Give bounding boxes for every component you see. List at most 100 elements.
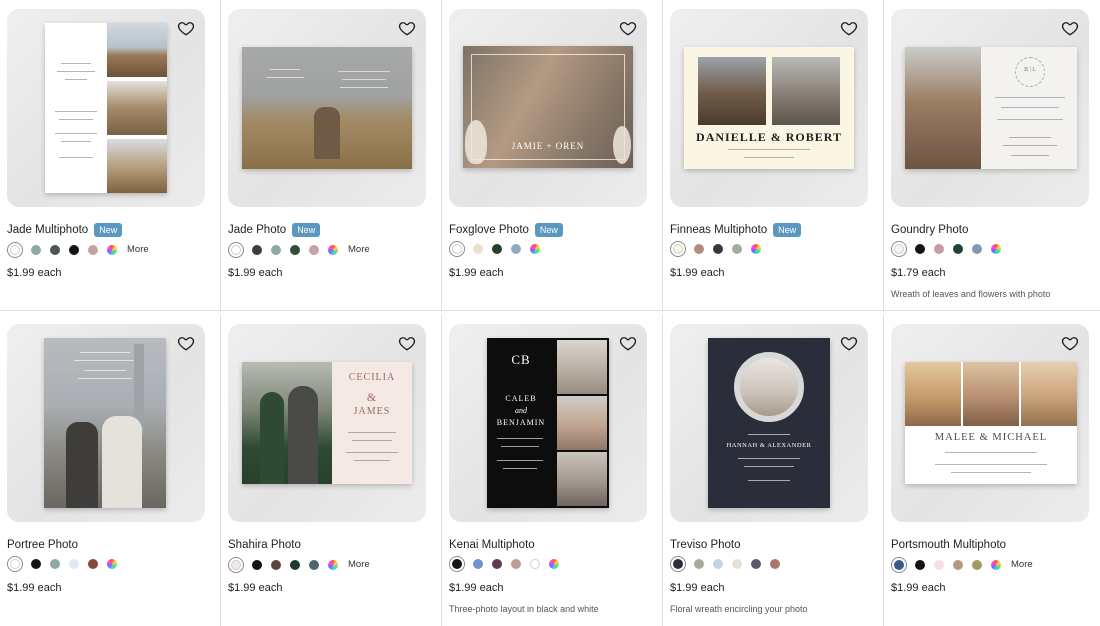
color-swatch[interactable] xyxy=(252,244,262,255)
color-swatch[interactable] xyxy=(452,244,462,254)
color-swatch[interactable] xyxy=(732,244,742,254)
color-swatch[interactable] xyxy=(991,244,1001,254)
color-swatch[interactable] xyxy=(31,559,41,569)
product-card[interactable]: Jade Multiphoto New More $1.99 each xyxy=(0,0,221,311)
color-swatch[interactable] xyxy=(953,559,963,570)
more-colors-link[interactable]: More xyxy=(1011,559,1033,570)
favorite-heart-icon[interactable] xyxy=(619,334,637,352)
product-thumbnail[interactable] xyxy=(7,9,205,207)
color-swatch[interactable] xyxy=(231,244,241,255)
product-name[interactable]: Goundry Photo xyxy=(891,224,968,236)
color-swatch[interactable] xyxy=(309,244,319,255)
color-swatch[interactable] xyxy=(290,559,300,570)
color-swatch[interactable] xyxy=(492,244,502,254)
product-card[interactable]: Portree Photo $1.99 each xyxy=(0,315,221,626)
favorite-heart-icon[interactable] xyxy=(840,334,858,352)
product-name[interactable]: Shahira Photo xyxy=(228,539,301,551)
color-swatch[interactable] xyxy=(50,244,60,255)
more-colors-link[interactable]: More xyxy=(348,244,370,255)
color-swatch[interactable] xyxy=(290,244,300,255)
product-thumbnail[interactable] xyxy=(7,324,205,522)
favorite-heart-icon[interactable] xyxy=(398,334,416,352)
color-swatch[interactable] xyxy=(511,559,521,569)
product-thumbnail[interactable]: JAMIE + OREN xyxy=(449,9,647,207)
color-swatch[interactable] xyxy=(751,559,761,569)
color-swatch[interactable] xyxy=(107,559,117,569)
more-colors-link[interactable]: More xyxy=(348,559,370,570)
product-thumbnail[interactable]: CECILIA & JAMES xyxy=(228,324,426,522)
color-swatch[interactable] xyxy=(10,244,20,255)
color-swatch[interactable] xyxy=(88,244,98,255)
color-swatch[interactable] xyxy=(511,244,521,254)
color-swatch[interactable] xyxy=(530,244,540,254)
product-thumbnail[interactable]: CB CALEB and BENJAMIN xyxy=(449,324,647,522)
product-card[interactable]: B | L Goundry Photo $1.79 each Wreath of… xyxy=(884,0,1100,311)
more-colors-link[interactable]: More xyxy=(127,244,149,255)
color-swatch[interactable] xyxy=(934,244,944,254)
product-card[interactable]: CECILIA & JAMES Shahira Photo More $1.99… xyxy=(221,315,442,626)
product-name[interactable]: Jade Multiphoto xyxy=(7,224,88,236)
color-swatch[interactable] xyxy=(694,559,704,569)
product-thumbnail[interactable] xyxy=(228,9,426,207)
color-swatch[interactable] xyxy=(915,559,925,570)
color-swatch[interactable] xyxy=(894,559,904,570)
product-name[interactable]: Finneas Multiphoto xyxy=(670,224,767,236)
color-swatch[interactable] xyxy=(530,559,540,569)
favorite-heart-icon[interactable] xyxy=(177,334,195,352)
product-name[interactable]: Foxglove Photo xyxy=(449,224,529,236)
color-swatch[interactable] xyxy=(549,559,559,569)
product-card[interactable]: CB CALEB and BENJAMIN Kenai Multiphoto $… xyxy=(442,315,663,626)
product-name[interactable]: Treviso Photo xyxy=(670,539,741,551)
product-card[interactable]: Jade Photo New More $1.99 each xyxy=(221,0,442,311)
color-swatch[interactable] xyxy=(991,559,1001,570)
product-thumbnail[interactable]: HANNAH & ALEXANDER xyxy=(670,324,868,522)
product-card[interactable]: MALEE & MICHAEL Portsmouth Multiphoto Mo… xyxy=(884,315,1100,626)
color-swatch[interactable] xyxy=(473,244,483,254)
favorite-heart-icon[interactable] xyxy=(840,19,858,37)
product-name[interactable]: Kenai Multiphoto xyxy=(449,539,535,551)
product-thumbnail[interactable]: DANIELLE & ROBERT xyxy=(670,9,868,207)
color-swatch[interactable] xyxy=(894,244,904,254)
product-name[interactable]: Portsmouth Multiphoto xyxy=(891,539,1006,551)
color-swatch[interactable] xyxy=(271,244,281,255)
color-swatch[interactable] xyxy=(69,559,79,569)
color-swatch[interactable] xyxy=(770,559,780,569)
color-swatch[interactable] xyxy=(231,559,241,570)
color-swatch[interactable] xyxy=(732,559,742,569)
color-swatch[interactable] xyxy=(953,244,963,254)
color-swatch[interactable] xyxy=(694,244,704,254)
color-swatch[interactable] xyxy=(972,244,982,254)
color-swatch[interactable] xyxy=(107,244,117,255)
color-swatch[interactable] xyxy=(31,244,41,255)
color-swatch[interactable] xyxy=(309,559,319,570)
color-swatch[interactable] xyxy=(972,559,982,570)
color-swatch[interactable] xyxy=(713,559,723,569)
color-swatch[interactable] xyxy=(88,559,98,569)
favorite-heart-icon[interactable] xyxy=(619,19,637,37)
color-swatch[interactable] xyxy=(751,244,761,254)
color-swatch[interactable] xyxy=(713,244,723,254)
favorite-heart-icon[interactable] xyxy=(177,19,195,37)
favorite-heart-icon[interactable] xyxy=(398,19,416,37)
color-swatch[interactable] xyxy=(492,559,502,569)
color-swatch[interactable] xyxy=(915,244,925,254)
product-thumbnail[interactable]: B | L xyxy=(891,9,1089,207)
color-swatch[interactable] xyxy=(452,559,462,569)
product-name[interactable]: Jade Photo xyxy=(228,224,286,236)
color-swatch[interactable] xyxy=(328,244,338,255)
color-swatch[interactable] xyxy=(10,559,20,569)
color-swatch[interactable] xyxy=(934,559,944,570)
color-swatch[interactable] xyxy=(328,559,338,570)
product-thumbnail[interactable]: MALEE & MICHAEL xyxy=(891,324,1089,522)
product-card[interactable]: DANIELLE & ROBERT Finneas Multiphoto New… xyxy=(663,0,884,311)
product-card[interactable]: JAMIE + OREN Foxglove Photo New $1.99 ea… xyxy=(442,0,663,311)
color-swatch[interactable] xyxy=(50,559,60,569)
product-card[interactable]: HANNAH & ALEXANDER Treviso Photo $1.99 e… xyxy=(663,315,884,626)
color-swatch[interactable] xyxy=(673,559,683,569)
color-swatch[interactable] xyxy=(252,559,262,570)
color-swatch[interactable] xyxy=(271,559,281,570)
product-name[interactable]: Portree Photo xyxy=(7,539,78,551)
favorite-heart-icon[interactable] xyxy=(1061,19,1079,37)
color-swatch[interactable] xyxy=(473,559,483,569)
color-swatch[interactable] xyxy=(69,244,79,255)
